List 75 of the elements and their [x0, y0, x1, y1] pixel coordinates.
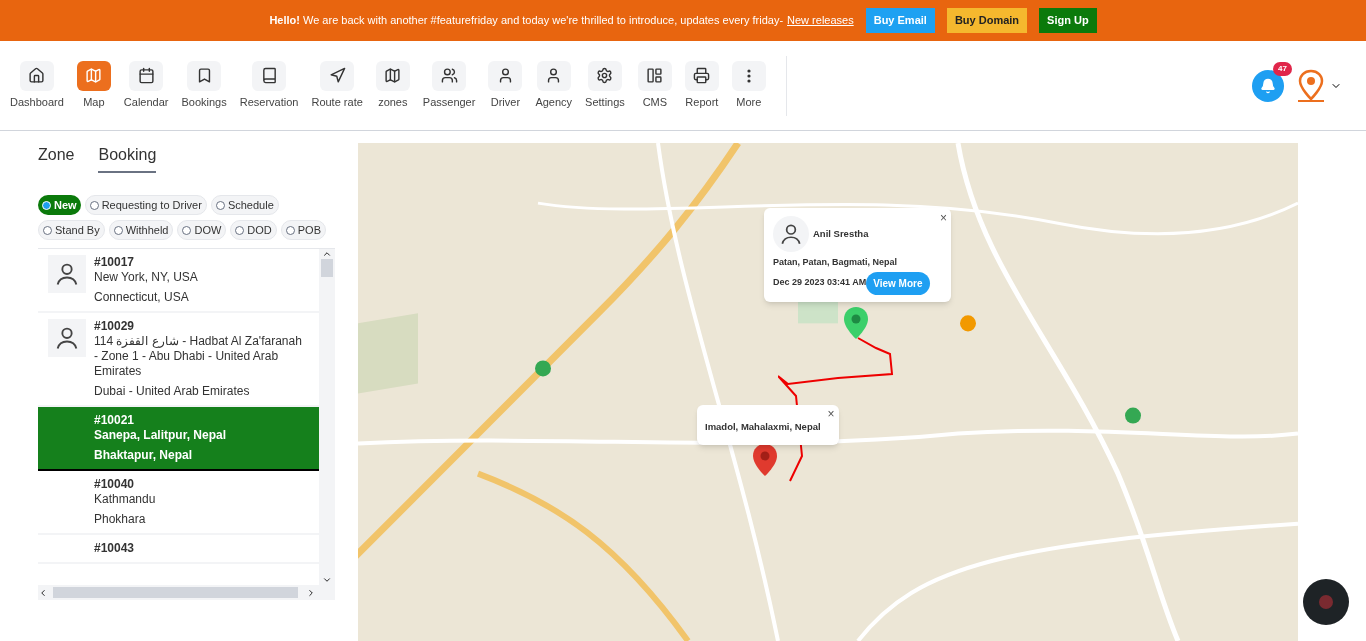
status-filter[interactable]: DOW — [177, 220, 227, 240]
nav-icon — [28, 67, 46, 85]
nav-icon — [384, 67, 402, 85]
booking-id: #10017 — [94, 255, 136, 270]
scroll-right-icon[interactable] — [306, 587, 316, 598]
status-filter[interactable]: Schedule — [210, 195, 279, 215]
driver-address: Patan, Patan, Bagmati, Nepal — [773, 256, 899, 269]
booking-id: #10043 — [94, 541, 135, 556]
banner-button[interactable]: Buy Domain — [946, 8, 1028, 33]
nav-item[interactable]: Bookings — [177, 60, 231, 111]
status-filter[interactable]: Requesting to Driver — [84, 195, 207, 215]
scrollbar-thumb[interactable] — [53, 587, 298, 598]
booking-id: #10021 — [94, 413, 136, 428]
pickup-address: New York, NY, USA — [94, 270, 198, 285]
dropoff-address: Phokhara — [94, 512, 147, 527]
scrollbar-thumb[interactable] — [321, 259, 333, 277]
nav-icon — [646, 67, 664, 85]
nav-item[interactable]: Passenger — [418, 60, 480, 111]
location-pin-icon — [1296, 68, 1326, 103]
vertical-scrollbar[interactable] — [319, 249, 335, 585]
nav-icon — [746, 68, 751, 83]
nav-icon — [596, 67, 614, 85]
nav-item[interactable]: Driver — [484, 60, 527, 111]
nav-item[interactable]: CMS — [633, 60, 676, 111]
map-pin — [752, 443, 778, 477]
dropoff-address: Connecticut, USA — [94, 290, 190, 305]
status-filter[interactable]: Withheld — [108, 220, 174, 240]
booking-row[interactable]: #10021 Sanepa, Lalitpur, Nepal Bhaktapur, Nepal — [38, 407, 319, 471]
nav-icon — [328, 67, 346, 85]
panel-tab[interactable]: Zone — [38, 143, 75, 173]
scroll-up-icon[interactable] — [322, 249, 332, 259]
status-filter[interactable]: DOD — [230, 220, 277, 240]
status-filter[interactable]: POB — [280, 220, 326, 240]
announcement-text: Hello! We are back with another #featurefriday and today we're thrilled to introduce, updates every friday- — [269, 13, 784, 29]
pickup-address: 114 شارع القفزة - Hadbat Al Za'faranah - Zone 1 - Abu Dhabi - United Arab Emirates — [94, 334, 303, 379]
dropoff-address: Bhaktapur, Nepal — [94, 448, 194, 463]
scroll-down-icon[interactable] — [322, 575, 332, 585]
pickup-address: Sanepa, Lalitpur, Nepal — [94, 428, 227, 443]
booking-id: #10029 — [94, 319, 136, 334]
nav-item[interactable]: Agency — [531, 60, 577, 111]
driver-time: Dec 29 2023 03:41 AM — [773, 276, 867, 290]
horizontal-scrollbar[interactable] — [38, 585, 335, 600]
map-pin — [843, 306, 869, 340]
banner-button[interactable]: Sign Up — [1039, 8, 1097, 33]
map[interactable]: × Anil Srestha Patan, Patan, Bagmati, Nepal Dec 29 2023 03:41 AM View More × Imadol, Mahalaxmi, Nepal — [358, 143, 1298, 641]
panel-tab[interactable]: Booking — [98, 143, 157, 173]
status-filter[interactable]: New — [38, 195, 81, 215]
booking-id: #10040 — [94, 477, 136, 492]
nav-item[interactable]: Reservation — [235, 60, 303, 111]
notification-badge: 47 — [1273, 61, 1292, 76]
nav-item[interactable]: Map — [72, 60, 115, 111]
pickup-address: Kathmandu — [94, 492, 156, 507]
notifications-button[interactable] — [1252, 69, 1284, 102]
close-button[interactable]: × — [827, 405, 835, 423]
scroll-left-icon[interactable] — [38, 587, 48, 598]
nav-icon — [693, 67, 711, 85]
nav-icon — [85, 67, 103, 85]
nav-item[interactable]: Dashboard — [6, 60, 68, 111]
destination-address: Imadol, Mahalaxmi, Nepal — [705, 421, 821, 432]
nav-icon — [260, 67, 278, 85]
nav-item[interactable]: Calendar — [119, 60, 173, 111]
dropoff-address: Dubai - United Arab Emirates — [94, 384, 251, 399]
driver-name: Anil Srestha — [813, 226, 869, 241]
nav-item[interactable]: Route rate — [307, 60, 367, 111]
close-button[interactable]: × — [940, 209, 947, 227]
nav-item[interactable]: More — [727, 60, 770, 111]
status-filter[interactable]: Stand By — [38, 220, 105, 240]
nav-item[interactable]: zones — [371, 60, 414, 111]
nav-item[interactable]: Settings — [581, 60, 629, 111]
nav-item[interactable]: Report — [680, 60, 723, 111]
chat-button[interactable] — [1303, 579, 1349, 625]
nav-icon — [440, 67, 458, 85]
bell-icon — [1260, 77, 1276, 94]
nav-icon — [137, 67, 155, 85]
profile-menu[interactable] — [1296, 68, 1342, 103]
